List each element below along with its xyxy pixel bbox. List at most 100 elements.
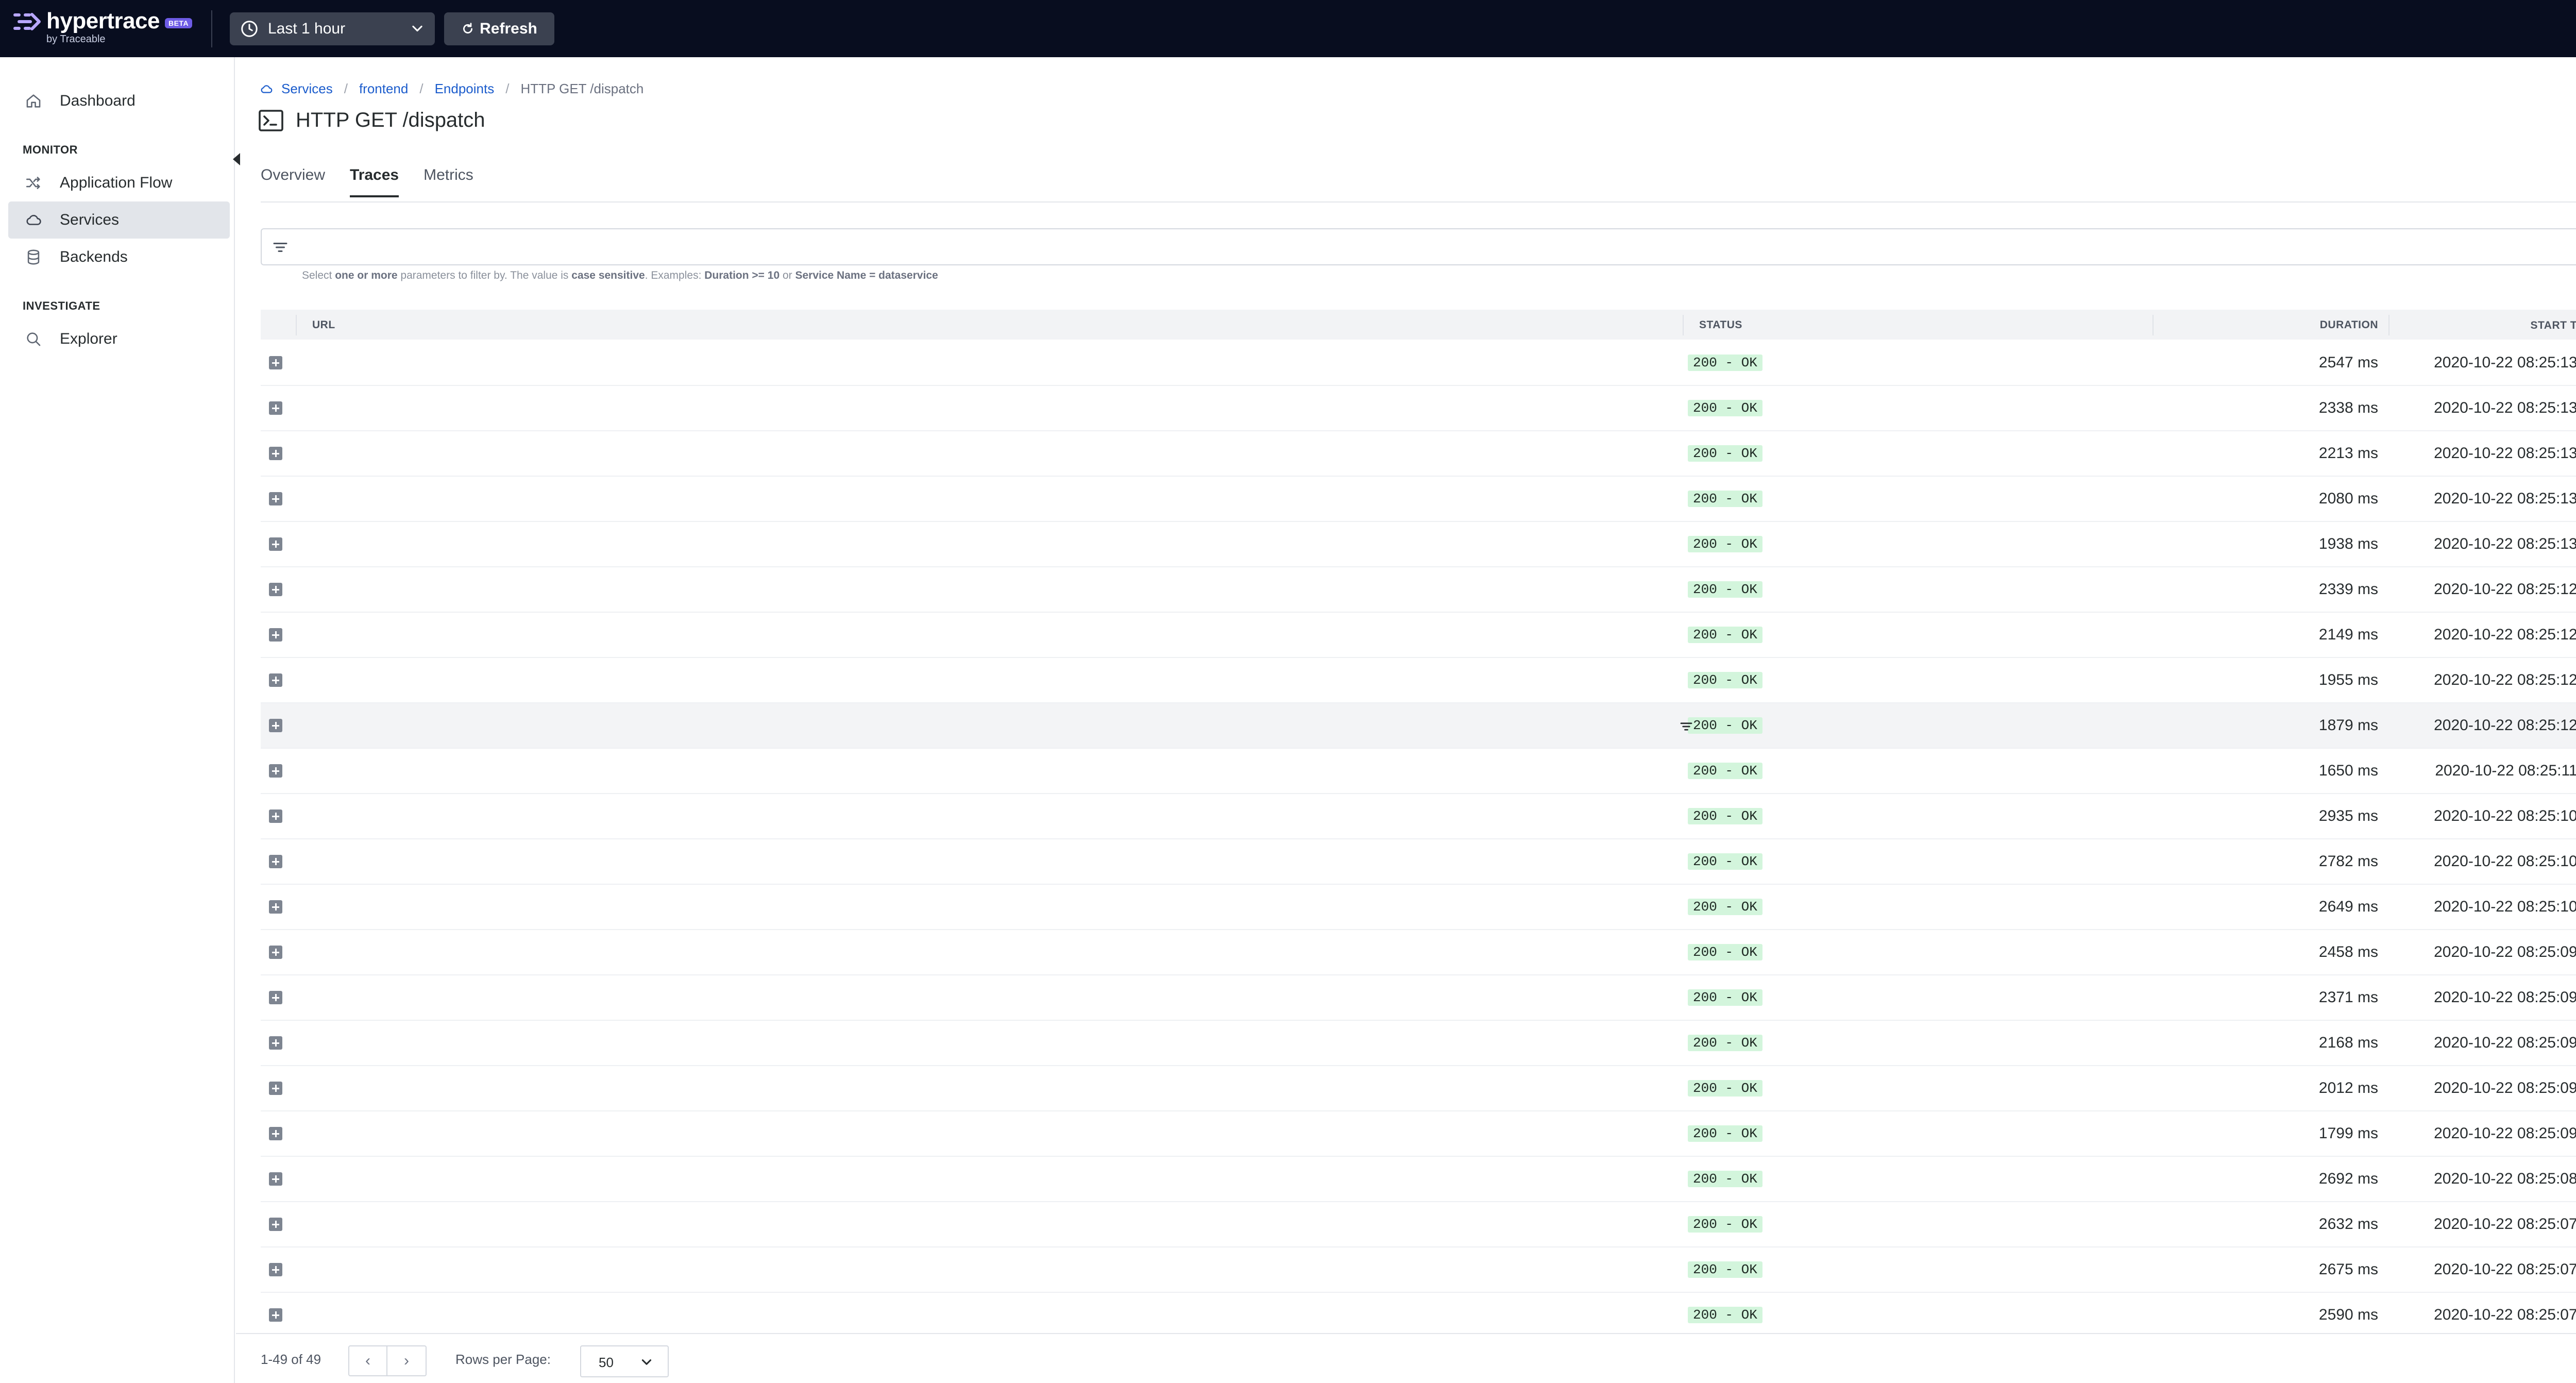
status-badge: 200 - OK <box>1688 1216 1762 1233</box>
expand-row-icon[interactable] <box>269 628 282 642</box>
sidebar-item-dashboard[interactable]: Dashboard <box>8 82 230 120</box>
status-badge: 200 - OK <box>1688 1171 1762 1187</box>
table-row[interactable]: 200 - OK 2168 ms 2020-10-22 08:25:09 PM <box>261 1021 2576 1066</box>
brand-name: hypertrace <box>46 8 160 33</box>
duration-cell: 2590 ms <box>2318 1306 2378 1323</box>
chevron-down-icon <box>641 1359 652 1365</box>
next-page-button[interactable]: › <box>387 1345 427 1376</box>
status-badge: 200 - OK <box>1688 808 1762 824</box>
home-icon <box>26 94 41 108</box>
column-header-status[interactable]: STATUS <box>1699 319 1742 331</box>
time-range-picker[interactable]: Last 1 hour <box>230 12 435 45</box>
table-row[interactable]: 200 - OK 2935 ms 2020-10-22 08:25:10 PM <box>261 794 2576 839</box>
pagination-bar: 1-49 of 49 ‹ › Rows per Page: 50 <box>236 1333 2576 1383</box>
expand-row-icon[interactable] <box>269 583 282 596</box>
table-header: URL STATUS DURATION START TIME▾ <box>261 310 2576 340</box>
column-header-duration[interactable]: DURATION <box>2320 319 2378 331</box>
table-row[interactable]: 200 - OK 2338 ms 2020-10-22 08:25:13 PM <box>261 386 2576 431</box>
duration-cell: 2149 ms <box>2318 626 2378 643</box>
expand-row-icon[interactable] <box>269 1036 282 1050</box>
beta-badge: BETA <box>165 18 193 28</box>
table-row[interactable]: 200 - OK 2213 ms 2020-10-22 08:25:13 PM <box>261 431 2576 477</box>
start-time-cell: 2020-10-22 08:25:13 PM <box>2434 354 2576 371</box>
filter-icon[interactable] <box>1679 719 1694 734</box>
table-row[interactable]: 200 - OK 1879 ms 2020-10-22 08:25:12 PM <box>261 703 2576 749</box>
breadcrumb-services-link[interactable]: Services <box>281 81 333 97</box>
table-row[interactable]: 200 - OK 2649 ms 2020-10-22 08:25:10 PM <box>261 885 2576 930</box>
table-row[interactable]: 200 - OK 2012 ms 2020-10-22 08:25:09 PM <box>261 1066 2576 1111</box>
tab-overview[interactable]: Overview <box>261 166 325 197</box>
tab-metrics[interactable]: Metrics <box>423 166 473 197</box>
breadcrumb-endpoints-link[interactable]: Endpoints <box>435 81 495 97</box>
refresh-label: Refresh <box>480 20 537 37</box>
expand-row-icon[interactable] <box>269 447 282 460</box>
table-row[interactable]: 200 - OK 2371 ms 2020-10-22 08:25:09 PM <box>261 975 2576 1021</box>
sidebar: Dashboard MONITOR Application Flow Servi… <box>0 57 240 1383</box>
sidebar-item-label: Application Flow <box>60 174 173 191</box>
start-time-cell: 2020-10-22 08:25:13 PM <box>2434 445 2576 462</box>
table-row[interactable]: 200 - OK 2590 ms 2020-10-22 08:25:07 PM <box>261 1293 2576 1338</box>
column-header-url[interactable]: URL <box>312 319 335 331</box>
duration-cell: 2371 ms <box>2318 989 2378 1006</box>
refresh-button[interactable]: Refresh <box>444 12 554 45</box>
expand-row-icon[interactable] <box>269 764 282 778</box>
expand-row-icon[interactable] <box>269 537 282 551</box>
table-row[interactable]: 200 - OK 2692 ms 2020-10-22 08:25:08 PM <box>261 1157 2576 1202</box>
table-row[interactable]: 200 - OK 2339 ms 2020-10-22 08:25:12 PM <box>261 567 2576 613</box>
expand-row-icon[interactable] <box>269 809 282 823</box>
table-row[interactable]: 200 - OK 2675 ms 2020-10-22 08:25:07 PM <box>261 1247 2576 1293</box>
expand-row-icon[interactable] <box>269 1082 282 1095</box>
cloud-icon <box>26 215 41 225</box>
breadcrumb-frontend-link[interactable]: frontend <box>359 81 408 97</box>
expand-row-icon[interactable] <box>269 719 282 732</box>
tab-traces[interactable]: Traces <box>350 166 399 197</box>
expand-row-icon[interactable] <box>269 855 282 868</box>
expand-row-icon[interactable] <box>269 946 282 959</box>
prev-page-button[interactable]: ‹ <box>348 1345 387 1376</box>
page-title: HTTP GET /dispatch <box>259 109 485 132</box>
expand-row-icon[interactable] <box>269 900 282 914</box>
duration-cell: 2675 ms <box>2318 1261 2378 1278</box>
clock-icon <box>241 21 258 37</box>
expand-row-icon[interactable] <box>269 1263 282 1276</box>
tabs-divider <box>261 201 2576 203</box>
sidebar-item-explorer[interactable]: Explorer <box>8 321 230 358</box>
expand-row-icon[interactable] <box>269 1172 282 1186</box>
sidebar-item-application-flow[interactable]: Application Flow <box>8 164 230 201</box>
table-row[interactable]: 200 - OK 1955 ms 2020-10-22 08:25:12 PM <box>261 658 2576 703</box>
table-row[interactable]: 200 - OK 2547 ms 2020-10-22 08:25:13 PM <box>261 341 2576 386</box>
start-time-cell: 2020-10-22 08:25:09 PM <box>2434 989 2576 1006</box>
expand-row-icon[interactable] <box>269 401 282 415</box>
hypertrace-logo[interactable]: hypertrace BETA by Traceable <box>13 8 193 48</box>
table-row[interactable]: 200 - OK 1799 ms 2020-10-22 08:25:09 PM <box>261 1111 2576 1157</box>
table-row[interactable]: 200 - OK 2632 ms 2020-10-22 08:25:07 PM <box>261 1202 2576 1247</box>
chevron-down-icon <box>412 25 422 32</box>
sidebar-item-backends[interactable]: Backends <box>8 239 230 276</box>
status-badge: 200 - OK <box>1688 853 1762 870</box>
breadcrumb-current: HTTP GET /dispatch <box>520 81 644 96</box>
table-row[interactable]: 200 - OK 2782 ms 2020-10-22 08:25:10 PM <box>261 839 2576 885</box>
start-time-cell: 2020-10-22 08:25:09 PM <box>2434 1080 2576 1097</box>
expand-row-icon[interactable] <box>269 1127 282 1140</box>
table-row[interactable]: 200 - OK 2080 ms 2020-10-22 08:25:13 PM <box>261 477 2576 522</box>
start-time-cell: 2020-10-22 08:25:12 PM <box>2434 717 2576 734</box>
table-row[interactable]: 200 - OK 2458 ms 2020-10-22 08:25:09 PM <box>261 930 2576 975</box>
table-row[interactable]: 200 - OK 2149 ms 2020-10-22 08:25:12 PM <box>261 613 2576 658</box>
expand-row-icon[interactable] <box>269 1308 282 1322</box>
table-row[interactable]: 200 - OK 1650 ms 2020-10-22 08:25:11 PM <box>261 749 2576 794</box>
duration-cell: 2080 ms <box>2318 490 2378 507</box>
table-row[interactable]: 200 - OK 1938 ms 2020-10-22 08:25:13 PM <box>261 522 2576 567</box>
filter-bar[interactable] <box>261 228 2576 265</box>
expand-row-icon[interactable] <box>269 356 282 369</box>
column-header-start-time[interactable]: START TIME▾ <box>2531 319 2576 332</box>
rows-per-page-select[interactable]: 50 <box>580 1345 669 1377</box>
status-badge: 200 - OK <box>1688 1125 1762 1142</box>
status-badge: 200 - OK <box>1688 536 1762 552</box>
expand-row-icon[interactable] <box>269 1218 282 1231</box>
sidebar-item-services[interactable]: Services <box>8 201 230 239</box>
duration-cell: 2632 ms <box>2318 1216 2378 1233</box>
expand-row-icon[interactable] <box>269 991 282 1004</box>
expand-row-icon[interactable] <box>269 673 282 687</box>
database-icon <box>27 249 40 265</box>
expand-row-icon[interactable] <box>269 492 282 505</box>
